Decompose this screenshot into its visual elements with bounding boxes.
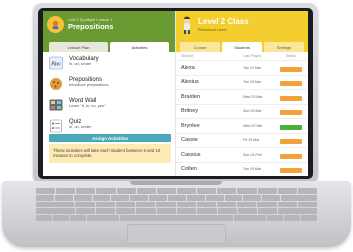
lesson-title: Prepositions	[68, 22, 114, 32]
activity-vocabulary[interactable]: A bc Vocabulary in, on, under	[49, 56, 169, 76]
lesson-header: Unit 2 Spotlight Lesson 1 Prepositions	[43, 11, 175, 38]
last-played-date: Tue 19 Mar	[243, 167, 262, 172]
status-badge	[280, 139, 302, 145]
student-name: Alexa	[181, 64, 195, 71]
activity-prepositions[interactable]: Prepositions Introduce prepositions.	[49, 77, 169, 97]
student-name: Colten	[181, 166, 197, 173]
status-badge	[280, 168, 302, 174]
students-table: Alexa Tue 12 Mar Alexius Tue 19 Mar Brai…	[176, 61, 308, 176]
last-played-date: Fri 15 Mar	[243, 138, 260, 143]
lesson-badge-icon	[47, 16, 64, 33]
class-title: Level 2 Class	[198, 16, 249, 26]
lesson-tabs: Lesson Plan Activities	[43, 38, 175, 52]
status-badge	[280, 81, 302, 87]
keyboard	[36, 188, 318, 221]
column-last-played: Last Played	[243, 54, 262, 58]
completion-time-notice: These activities will take each student …	[49, 144, 171, 163]
student-name: Britney	[181, 108, 199, 115]
class-mascot-icon	[181, 16, 193, 34]
activity-word-wall[interactable]: Word Wall Learn "it, is, no, yes".	[49, 98, 169, 118]
status-badge	[280, 124, 302, 130]
status-badge	[280, 66, 302, 72]
laptop-hinge	[130, 181, 222, 185]
quiz-icon	[49, 119, 63, 133]
cookie-icon	[49, 77, 63, 91]
student-name: Alexius	[181, 79, 199, 86]
class-header: Level 2 Class Preschool Level	[176, 11, 308, 38]
last-played-date: Tue 12 Mar	[243, 65, 262, 70]
word-wall-icon	[49, 98, 63, 112]
student-name: Brynlee	[181, 122, 200, 129]
tab-course[interactable]: Course	[180, 42, 220, 52]
last-played-date: Wed 20 Mar	[243, 94, 263, 99]
tab-lesson-plan[interactable]: Lesson Plan	[49, 42, 108, 52]
class-tabs: Course Students Settings	[176, 38, 308, 52]
activity-description: Learn "it, is, no, yes".	[69, 103, 107, 109]
activity-description: Introduce prepositions.	[69, 82, 110, 88]
status-badge	[280, 153, 302, 159]
svg-text:bc: bc	[55, 62, 61, 68]
activity-list: A bc Vocabulary in, on, under Prepositio…	[43, 52, 175, 139]
activity-description: in, on, under	[69, 61, 92, 67]
trackpad	[127, 224, 226, 244]
student-name: Cassie	[181, 137, 198, 144]
status-badge	[280, 95, 302, 101]
laptop-screen: Unit 2 Spotlight Lesson 1 Prepositions L…	[43, 11, 308, 176]
tab-students[interactable]: Students	[222, 42, 262, 52]
last-played-date: Sun 03 Mar	[243, 109, 262, 114]
class-panel: Level 2 Class Preschool Level Course Stu…	[176, 11, 308, 176]
last-played-date: Wed 20 Mar	[243, 123, 263, 128]
column-student: Student	[181, 54, 194, 58]
last-played-date: Sun 24 Feb	[243, 152, 262, 157]
student-name: Braiden	[181, 93, 200, 100]
student-name: Cassius	[181, 151, 201, 158]
tab-activities[interactable]: Activities	[110, 42, 169, 52]
abc-blocks-icon: A bc	[49, 56, 63, 70]
column-status: Status	[286, 54, 296, 58]
tab-settings[interactable]: Settings	[264, 42, 304, 52]
status-badge	[280, 110, 302, 116]
class-subtitle: Preschool Level	[198, 26, 227, 32]
activity-description: in, on, under	[69, 124, 92, 130]
last-played-date: Tue 19 Mar	[243, 80, 262, 85]
lesson-panel: Unit 2 Spotlight Lesson 1 Prepositions L…	[43, 11, 176, 176]
assign-activities-button[interactable]: Assign Activities	[49, 134, 171, 142]
table-row[interactable]: Colten Tue 19 Mar	[176, 163, 308, 177]
